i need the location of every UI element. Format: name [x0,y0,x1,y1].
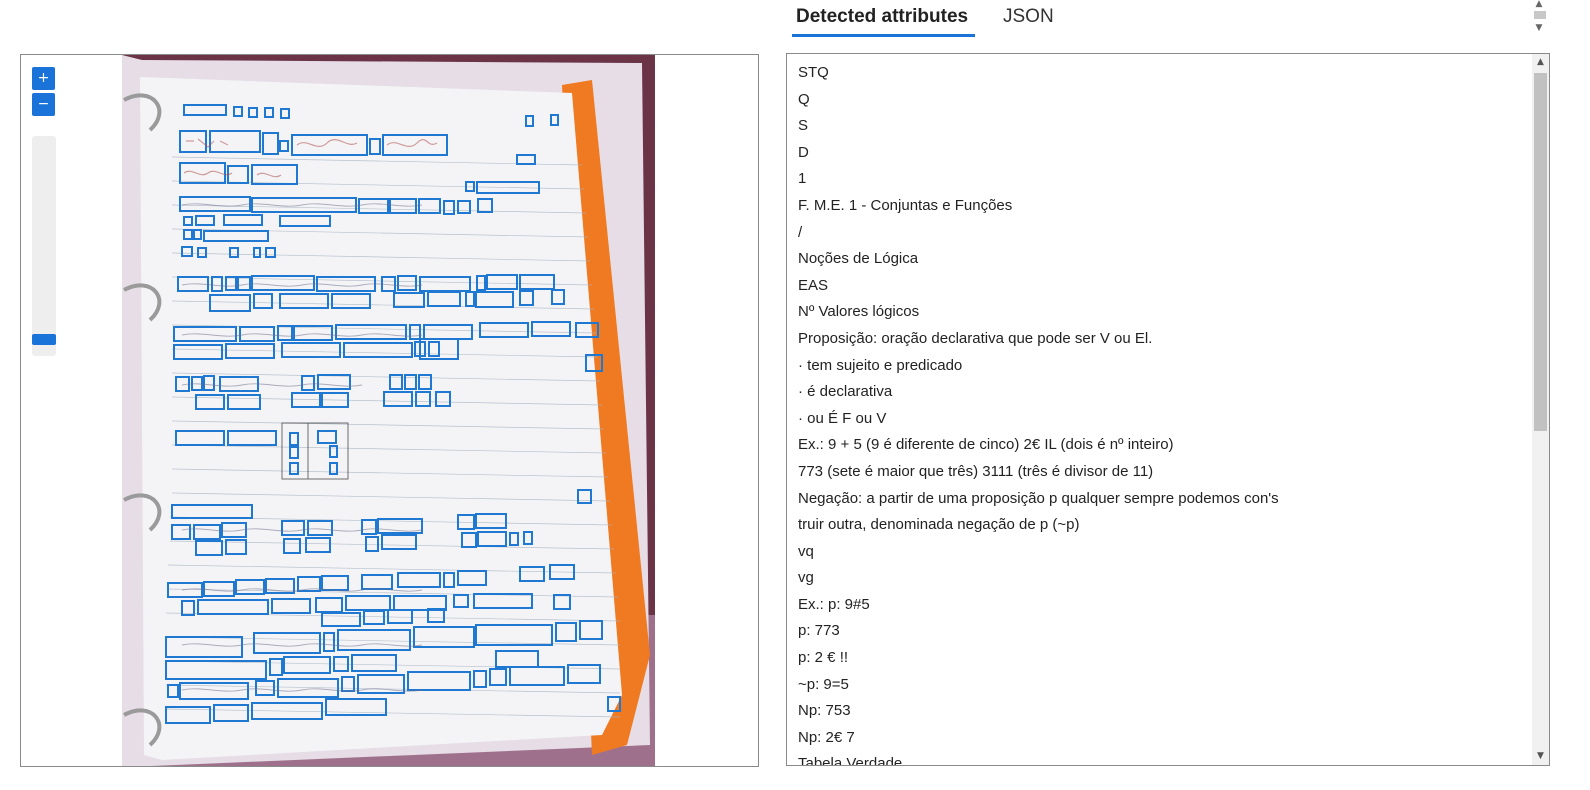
attribute-list: STQ Q S D 1 F. M.E. 1 - Conjuntas e Funç… [798,60,1519,766]
list-item: · ou É F ou V [798,409,887,427]
list-item: S [798,117,809,135]
notebook-photo [122,55,655,766]
list-item: vg [798,569,814,587]
list-item: Noções de Lógica [798,250,919,268]
list-item: 773 (sete é maior que três) 3111 (três é… [798,462,1154,480]
tab-bar: Detected attributes JSON [786,0,1486,40]
active-tab-indicator [792,34,975,37]
image-viewer[interactable]: + − [20,54,759,767]
list-item: 1 [798,170,807,188]
attribute-list-scrollbar[interactable]: ▲ ▼ [1532,54,1549,765]
list-item: STQ [798,64,829,81]
zoom-slider-handle[interactable] [32,334,56,345]
list-item: p: 2 € !! [798,649,849,667]
list-item: Ex.: p: 9#5 [798,595,870,613]
page-scroll-thumb[interactable] [1534,11,1546,19]
attribute-list-scroll-thumb[interactable] [1534,73,1547,431]
list-item: p: 773 [798,622,840,640]
list-item: Proposição: oração declarativa que pode … [798,329,1153,347]
page-scrollbar[interactable]: ▲ ▼ [1531,0,1547,38]
list-item: F. M.E. 1 - Conjuntas e Funções [798,196,1013,214]
tab-detected-attributes[interactable]: Detected attributes [796,6,968,28]
list-item: / [798,223,803,241]
list-item: · é declarativa [798,383,893,401]
list-item: Tabela Verdade [798,755,903,766]
scroll-down-arrow-icon[interactable]: ▼ [1534,24,1544,33]
zoom-in-button[interactable]: + [32,67,55,90]
list-item: Negação: a partir de uma proposição p qu… [798,489,1279,507]
list-item: Np: 2€ 7 [798,728,855,746]
scroll-up-arrow-icon[interactable]: ▲ [1532,54,1549,71]
tab-json[interactable]: JSON [1003,6,1054,28]
zoom-slider[interactable] [32,136,56,356]
list-item: Np: 753 [798,702,851,720]
list-item: EAS [798,276,829,294]
list-item: truir outra, denominada negação de p (~p… [798,516,1080,534]
scroll-down-arrow-icon[interactable]: ▼ [1532,748,1549,765]
list-item: D [798,143,809,161]
detected-attributes-panel[interactable]: STQ Q S D 1 F. M.E. 1 - Conjuntas e Funç… [786,53,1550,766]
list-item: vq [798,542,814,560]
zoom-out-button[interactable]: − [32,93,55,116]
scroll-up-arrow-icon[interactable]: ▲ [1534,0,1544,9]
list-item: Nº Valores lógicos [798,303,920,321]
list-item: Ex.: 9 + 5 (9 é diferente de cinco) 2€ I… [798,436,1174,454]
list-item: · tem sujeito e predicado [798,356,963,374]
list-item: Q [798,90,810,108]
list-item: ~p: 9=5 [798,675,849,693]
